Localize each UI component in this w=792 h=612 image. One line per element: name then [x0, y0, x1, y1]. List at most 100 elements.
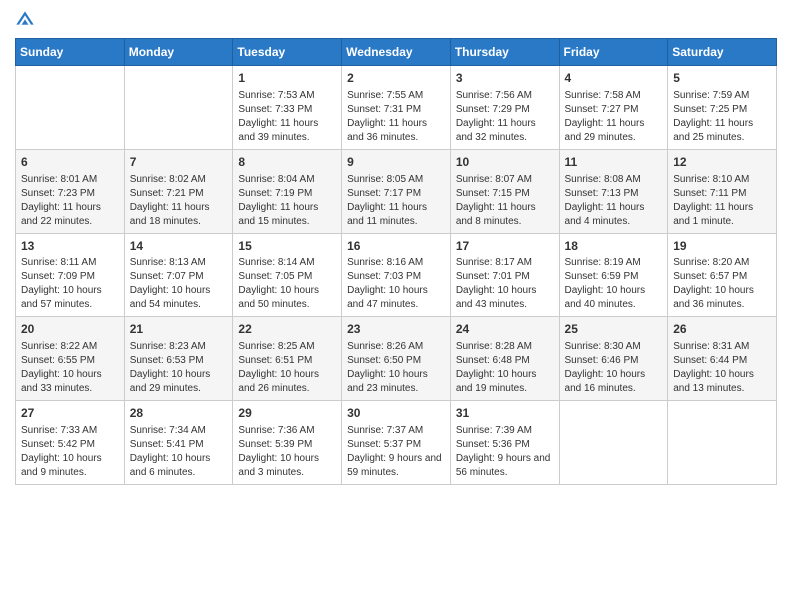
day-number: 14: [130, 238, 228, 255]
calendar-cell: 23 Sunrise: 8:26 AM Sunset: 6:50 PM Dayli…: [342, 317, 451, 401]
calendar-week-row: 1 Sunrise: 7:53 AM Sunset: 7:33 PM Daylig…: [16, 66, 777, 150]
weekday-header-row: SundayMondayTuesdayWednesdayThursdayFrid…: [16, 39, 777, 66]
weekday-header-cell: Tuesday: [233, 39, 342, 66]
day-info: Sunrise: 8:02 AM Sunset: 7:21 PM Dayligh…: [130, 174, 210, 227]
logo-icon: [15, 10, 35, 30]
calendar-cell: 17Sunrise: 8:17 AM Sunset: 7:01 PM Dayli…: [450, 233, 559, 317]
day-number: 15: [238, 238, 336, 255]
day-info: Sunrise: 8:17 AM Sunset: 7:01 PM Dayligh…: [456, 257, 537, 310]
calendar-cell: 16 Sunrise: 8:16 AM Sunset: 7:03 PM Dayli…: [342, 233, 451, 317]
logo: [15, 10, 37, 30]
day-info: Sunrise: 7:34 AM Sunset: 5:41 PM Dayligh…: [130, 425, 211, 478]
day-number: 4: [565, 70, 663, 87]
day-number: 30: [347, 405, 445, 422]
day-info: Sunrise: 8:31 AM Sunset: 6:44 PM Dayligh…: [673, 341, 754, 394]
calendar-cell: 7 Sunrise: 8:02 AM Sunset: 7:21 PM Daylig…: [124, 149, 233, 233]
day-info: Sunrise: 7:36 AM Sunset: 5:39 PM Dayligh…: [238, 425, 319, 478]
calendar-cell: 30Sunrise: 7:37 AM Sunset: 5:37 PM Dayli…: [342, 401, 451, 485]
day-info: Sunrise: 8:14 AM Sunset: 7:05 PM Dayligh…: [238, 257, 319, 310]
day-info: Sunrise: 7:55 AM Sunset: 7:31 PM Dayligh…: [347, 90, 427, 143]
calendar-cell: 5 Sunrise: 7:59 AM Sunset: 7:25 PM Daylig…: [668, 66, 777, 150]
day-info: Sunrise: 7:53 AM Sunset: 7:33 PM Dayligh…: [238, 90, 318, 143]
day-number: 1: [238, 70, 336, 87]
day-info: Sunrise: 8:26 AM Sunset: 6:50 PM Dayligh…: [347, 341, 428, 394]
day-number: 29: [238, 405, 336, 422]
day-number: 27: [21, 405, 119, 422]
calendar-cell: 12 Sunrise: 8:10 AM Sunset: 7:11 PM Dayli…: [668, 149, 777, 233]
calendar-cell: 21 Sunrise: 8:23 AM Sunset: 6:53 PM Dayli…: [124, 317, 233, 401]
calendar-cell: 13Sunrise: 8:11 AM Sunset: 7:09 PM Dayli…: [16, 233, 125, 317]
calendar-week-row: 20 Sunrise: 8:22 AM Sunset: 6:55 PM Dayli…: [16, 317, 777, 401]
calendar-cell: [668, 401, 777, 485]
day-number: 28: [130, 405, 228, 422]
day-info: Sunrise: 8:23 AM Sunset: 6:53 PM Dayligh…: [130, 341, 211, 394]
day-info: Sunrise: 7:59 AM Sunset: 7:25 PM Dayligh…: [673, 90, 753, 143]
calendar-cell: 28 Sunrise: 7:34 AM Sunset: 5:41 PM Dayli…: [124, 401, 233, 485]
day-number: 3: [456, 70, 554, 87]
day-info: Sunrise: 8:01 AM Sunset: 7:23 PM Dayligh…: [21, 174, 101, 227]
day-info: Sunrise: 8:08 AM Sunset: 7:13 PM Dayligh…: [565, 174, 645, 227]
day-info: Sunrise: 8:10 AM Sunset: 7:11 PM Dayligh…: [673, 174, 753, 227]
day-number: 20: [21, 321, 119, 338]
calendar-cell: 20 Sunrise: 8:22 AM Sunset: 6:55 PM Dayli…: [16, 317, 125, 401]
day-number: 21: [130, 321, 228, 338]
weekday-header-cell: Sunday: [16, 39, 125, 66]
calendar-cell: 10 Sunrise: 8:07 AM Sunset: 7:15 PM Dayli…: [450, 149, 559, 233]
calendar-cell: 11 Sunrise: 8:08 AM Sunset: 7:13 PM Dayli…: [559, 149, 668, 233]
calendar-week-row: 27 Sunrise: 7:33 AM Sunset: 5:42 PM Dayli…: [16, 401, 777, 485]
day-number: 24: [456, 321, 554, 338]
calendar-cell: 15 Sunrise: 8:14 AM Sunset: 7:05 PM Dayli…: [233, 233, 342, 317]
calendar-cell: 6Sunrise: 8:01 AM Sunset: 7:23 PM Daylig…: [16, 149, 125, 233]
day-number: 12: [673, 154, 771, 171]
day-info: Sunrise: 8:16 AM Sunset: 7:03 PM Dayligh…: [347, 257, 428, 310]
day-info: Sunrise: 8:07 AM Sunset: 7:15 PM Dayligh…: [456, 174, 536, 227]
day-info: Sunrise: 8:22 AM Sunset: 6:55 PM Dayligh…: [21, 341, 102, 394]
weekday-header-cell: Wednesday: [342, 39, 451, 66]
day-number: 18: [565, 238, 663, 255]
weekday-header-cell: Thursday: [450, 39, 559, 66]
day-number: 7: [130, 154, 228, 171]
calendar-cell: 27 Sunrise: 7:33 AM Sunset: 5:42 PM Dayli…: [16, 401, 125, 485]
day-info: Sunrise: 7:58 AM Sunset: 7:27 PM Dayligh…: [565, 90, 645, 143]
day-info: Sunrise: 8:05 AM Sunset: 7:17 PM Dayligh…: [347, 174, 427, 227]
calendar-cell: [16, 66, 125, 150]
day-info: Sunrise: 8:28 AM Sunset: 6:48 PM Dayligh…: [456, 341, 537, 394]
day-number: 11: [565, 154, 663, 171]
day-number: 31: [456, 405, 554, 422]
day-info: Sunrise: 8:19 AM Sunset: 6:59 PM Dayligh…: [565, 257, 646, 310]
calendar-cell: 18 Sunrise: 8:19 AM Sunset: 6:59 PM Dayli…: [559, 233, 668, 317]
day-number: 8: [238, 154, 336, 171]
calendar-cell: 9Sunrise: 8:05 AM Sunset: 7:17 PM Daylig…: [342, 149, 451, 233]
weekday-header-cell: Monday: [124, 39, 233, 66]
calendar-cell: 19Sunrise: 8:20 AM Sunset: 6:57 PM Dayli…: [668, 233, 777, 317]
day-number: 5: [673, 70, 771, 87]
calendar-cell: 29 Sunrise: 7:36 AM Sunset: 5:39 PM Dayli…: [233, 401, 342, 485]
day-number: 10: [456, 154, 554, 171]
calendar-cell: 3Sunrise: 7:56 AM Sunset: 7:29 PM Daylig…: [450, 66, 559, 150]
day-number: 13: [21, 238, 119, 255]
calendar-cell: 24 Sunrise: 8:28 AM Sunset: 6:48 PM Dayli…: [450, 317, 559, 401]
calendar-cell: 14 Sunrise: 8:13 AM Sunset: 7:07 PM Dayli…: [124, 233, 233, 317]
day-number: 25: [565, 321, 663, 338]
day-info: Sunrise: 8:25 AM Sunset: 6:51 PM Dayligh…: [238, 341, 319, 394]
calendar-cell: 4 Sunrise: 7:58 AM Sunset: 7:27 PM Daylig…: [559, 66, 668, 150]
calendar-cell: 26 Sunrise: 8:31 AM Sunset: 6:44 PM Dayli…: [668, 317, 777, 401]
calendar-cell: 2Sunrise: 7:55 AM Sunset: 7:31 PM Daylig…: [342, 66, 451, 150]
day-info: Sunrise: 8:13 AM Sunset: 7:07 PM Dayligh…: [130, 257, 211, 310]
weekday-header-cell: Friday: [559, 39, 668, 66]
calendar-cell: 8 Sunrise: 8:04 AM Sunset: 7:19 PM Daylig…: [233, 149, 342, 233]
day-number: 23: [347, 321, 445, 338]
day-info: Sunrise: 7:33 AM Sunset: 5:42 PM Dayligh…: [21, 425, 102, 478]
day-number: 26: [673, 321, 771, 338]
day-info: Sunrise: 8:20 AM Sunset: 6:57 PM Dayligh…: [673, 257, 754, 310]
page: SundayMondayTuesdayWednesdayThursdayFrid…: [0, 0, 792, 612]
day-number: 16: [347, 238, 445, 255]
day-info: Sunrise: 8:04 AM Sunset: 7:19 PM Dayligh…: [238, 174, 318, 227]
calendar-week-row: 6Sunrise: 8:01 AM Sunset: 7:23 PM Daylig…: [16, 149, 777, 233]
day-info: Sunrise: 7:39 AM Sunset: 5:36 PM Dayligh…: [456, 425, 551, 478]
calendar-cell: 25Sunrise: 8:30 AM Sunset: 6:46 PM Dayli…: [559, 317, 668, 401]
weekday-header-cell: Saturday: [668, 39, 777, 66]
calendar-week-row: 13Sunrise: 8:11 AM Sunset: 7:09 PM Dayli…: [16, 233, 777, 317]
calendar-cell: [559, 401, 668, 485]
calendar-cell: 22Sunrise: 8:25 AM Sunset: 6:51 PM Dayli…: [233, 317, 342, 401]
